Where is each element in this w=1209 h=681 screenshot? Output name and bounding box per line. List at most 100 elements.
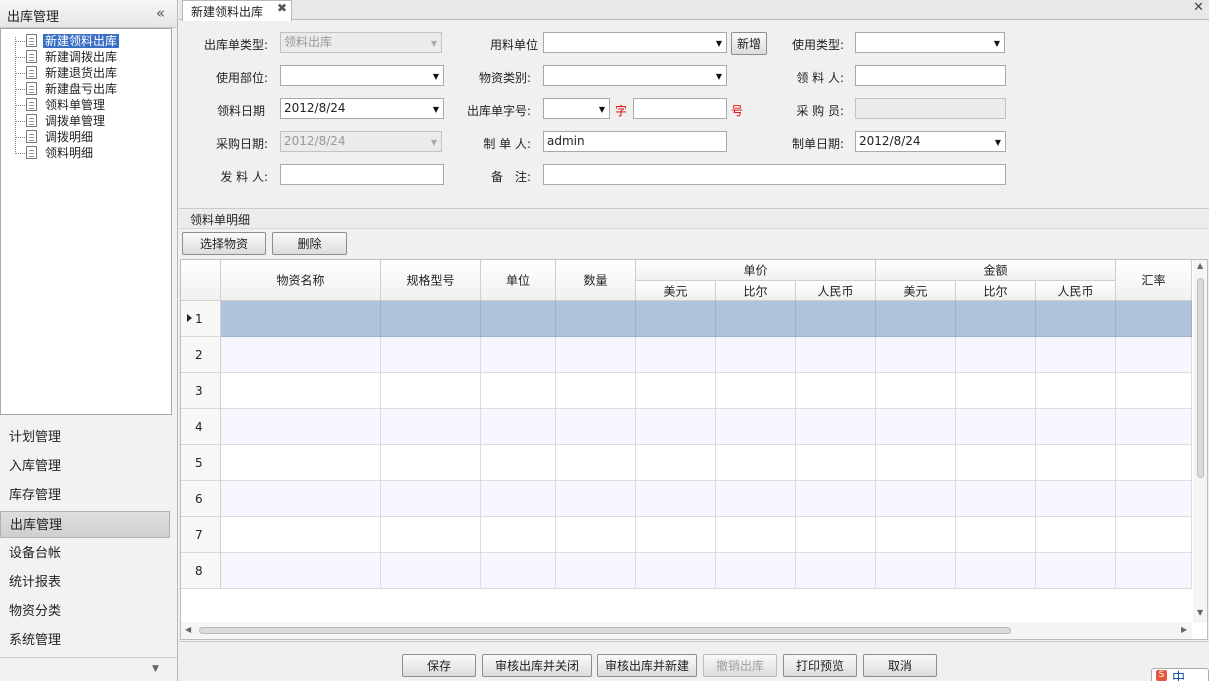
col-header-amount-birr[interactable]: 比尔 <box>956 281 1036 301</box>
grid-cell[interactable] <box>1036 409 1116 445</box>
grid-cell[interactable] <box>1036 301 1116 337</box>
grid-cell[interactable] <box>796 553 876 589</box>
grid-cell[interactable] <box>221 517 381 553</box>
table-row[interactable]: 8 <box>181 553 1192 589</box>
approve-close-button[interactable]: 审核出库并关闭 <box>482 654 592 677</box>
grid-cell[interactable] <box>221 553 381 589</box>
nav-outbound[interactable]: 出库管理 <box>0 511 170 538</box>
grid-cell[interactable] <box>716 445 796 481</box>
outbound-number-input[interactable] <box>633 98 727 119</box>
col-header-price-rmb[interactable]: 人民币 <box>796 281 876 301</box>
grid-cell[interactable] <box>1116 337 1192 373</box>
tab-new-requisition[interactable]: 新建领料出库 ✖ <box>182 0 292 21</box>
use-dept-select[interactable]: ▼ <box>280 65 444 86</box>
grid-cell[interactable] <box>716 481 796 517</box>
grid-cell[interactable] <box>956 445 1036 481</box>
add-unit-button[interactable]: 新增 <box>731 32 767 55</box>
scroll-thumb[interactable] <box>199 627 1011 634</box>
grid-cell[interactable] <box>876 481 956 517</box>
col-header-spec[interactable]: 规格型号 <box>381 260 481 301</box>
approve-new-button[interactable]: 审核出库并新建 <box>597 654 697 677</box>
grid-cell[interactable] <box>636 553 716 589</box>
grid-cell[interactable] <box>636 481 716 517</box>
table-row[interactable]: 4 <box>181 409 1192 445</box>
grid-cell[interactable] <box>556 445 636 481</box>
nav-categories[interactable]: 物资分类 <box>0 598 170 625</box>
receiver-input[interactable] <box>855 65 1006 86</box>
grid-cell[interactable] <box>221 409 381 445</box>
grid-cell[interactable] <box>1036 373 1116 409</box>
grid-cell[interactable] <box>636 337 716 373</box>
table-row[interactable]: 2 <box>181 337 1192 373</box>
grid-cell[interactable] <box>1116 409 1192 445</box>
nav-inventory[interactable]: 库存管理 <box>0 482 170 509</box>
usage-type-select[interactable]: ▼ <box>855 32 1005 53</box>
nav-plan[interactable]: 计划管理 <box>0 424 170 451</box>
grid-cell[interactable] <box>481 445 556 481</box>
grid-cell[interactable] <box>381 481 481 517</box>
grid-cell[interactable] <box>956 373 1036 409</box>
scroll-thumb[interactable] <box>1197 278 1204 478</box>
grid-cell[interactable] <box>481 553 556 589</box>
table-row[interactable]: 7 <box>181 517 1192 553</box>
nav-inbound[interactable]: 入库管理 <box>0 453 170 480</box>
grid-cell[interactable] <box>1036 553 1116 589</box>
create-date-picker[interactable]: 2012/8/24 ▼ <box>855 131 1006 152</box>
grid-cell[interactable] <box>796 445 876 481</box>
table-row[interactable]: 3 <box>181 373 1192 409</box>
close-icon[interactable]: ✖ <box>277 1 287 15</box>
scroll-right-icon[interactable]: ▶ <box>1181 625 1187 634</box>
grid-cell[interactable] <box>1036 481 1116 517</box>
grid-cell[interactable] <box>1036 337 1116 373</box>
remark-input[interactable] <box>543 164 1006 185</box>
horizontal-scrollbar[interactable]: ◀ ▶ <box>181 622 1192 639</box>
grid-cell[interactable] <box>381 373 481 409</box>
grid-cell[interactable] <box>556 553 636 589</box>
row-header[interactable]: 1 <box>181 301 221 337</box>
grid-cell[interactable] <box>636 517 716 553</box>
grid-cell[interactable] <box>796 409 876 445</box>
grid-cell[interactable] <box>556 409 636 445</box>
grid-cell[interactable] <box>956 481 1036 517</box>
grid-cell[interactable] <box>956 553 1036 589</box>
grid-cell[interactable] <box>481 409 556 445</box>
col-header-price-birr[interactable]: 比尔 <box>716 281 796 301</box>
use-unit-select[interactable]: ▼ <box>543 32 727 53</box>
grid-cell[interactable] <box>221 445 381 481</box>
grid-cell[interactable] <box>381 337 481 373</box>
col-header-rate[interactable]: 汇率 <box>1116 260 1192 301</box>
grid-cell[interactable] <box>556 517 636 553</box>
grid-cell[interactable] <box>876 445 956 481</box>
grid-cell[interactable] <box>796 481 876 517</box>
delete-row-button[interactable]: 删除 <box>272 232 347 255</box>
grid-cell[interactable] <box>876 409 956 445</box>
window-close-icon[interactable]: ✕ <box>1193 0 1204 15</box>
grid-cell[interactable] <box>1116 517 1192 553</box>
col-header-name[interactable]: 物资名称 <box>221 260 381 301</box>
row-header[interactable]: 3 <box>181 373 221 409</box>
grid-cell[interactable] <box>556 373 636 409</box>
nav-system[interactable]: 系统管理 <box>0 627 170 654</box>
grid-cell[interactable] <box>796 301 876 337</box>
col-header-unit[interactable]: 单位 <box>481 260 556 301</box>
grid-cell[interactable] <box>481 481 556 517</box>
grid-cell[interactable] <box>636 373 716 409</box>
issuer-input[interactable] <box>280 164 444 185</box>
cancel-button[interactable]: 取消 <box>863 654 937 677</box>
grid-cell[interactable] <box>876 517 956 553</box>
grid-cell[interactable] <box>636 445 716 481</box>
grid-cell[interactable] <box>956 337 1036 373</box>
grid-cell[interactable] <box>556 337 636 373</box>
outbound-no-prefix-select[interactable]: ▼ <box>543 98 610 119</box>
receive-date-picker[interactable]: 2012/8/24 ▼ <box>280 98 444 119</box>
grid-cell[interactable] <box>636 301 716 337</box>
grid-cell[interactable] <box>636 409 716 445</box>
scroll-left-icon[interactable]: ◀ <box>185 625 191 634</box>
grid-cell[interactable] <box>221 301 381 337</box>
scroll-up-icon[interactable]: ▲ <box>1197 261 1203 270</box>
col-header-amount-usd[interactable]: 美元 <box>876 281 956 301</box>
chevron-down-icon[interactable]: ▼ <box>152 664 159 674</box>
grid-cell[interactable] <box>956 409 1036 445</box>
grid-cell[interactable] <box>481 301 556 337</box>
grid-cell[interactable] <box>381 301 481 337</box>
